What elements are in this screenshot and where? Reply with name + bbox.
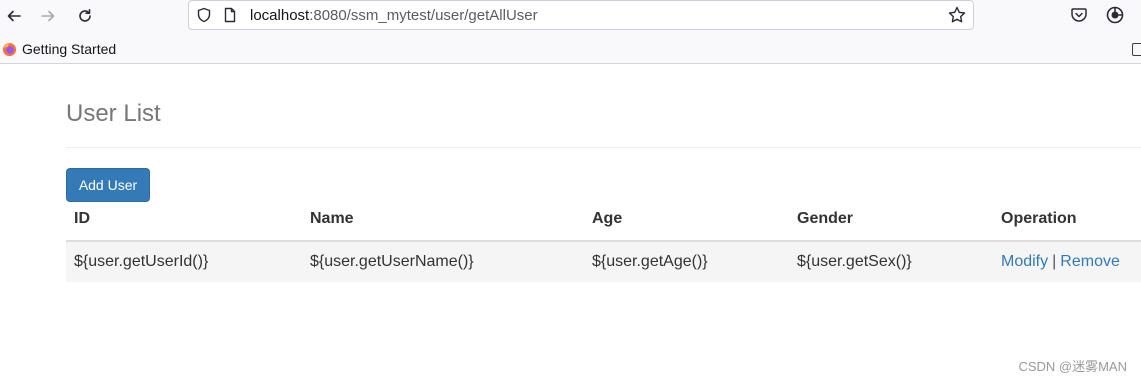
cell-age: ${user.getAge()} — [592, 253, 708, 270]
page-icon[interactable] — [222, 7, 238, 23]
remove-link[interactable]: Remove — [1060, 253, 1120, 270]
back-icon[interactable] — [2, 4, 26, 28]
page-title: User List — [66, 100, 161, 127]
table-header-row: ID Name Age Gender Operation — [66, 202, 1141, 242]
url-text[interactable]: localhost:8080/ssm_mytest/user/getAllUse… — [250, 7, 538, 24]
pocket-icon[interactable] — [1070, 6, 1088, 24]
add-user-button[interactable]: Add User — [66, 168, 150, 202]
cell-name: ${user.getUserName()} — [310, 253, 474, 270]
cell-operation: Modify | Remove — [1001, 253, 1120, 271]
reload-icon[interactable] — [73, 4, 97, 28]
watermark: CSDN @迷雾MAN — [1018, 359, 1127, 374]
shield-icon[interactable] — [196, 7, 212, 23]
cell-gender: ${user.getSex()} — [797, 253, 912, 270]
column-header-gender: Gender — [797, 210, 854, 227]
modify-link[interactable]: Modify — [1001, 253, 1048, 270]
column-header-age: Age — [592, 210, 623, 227]
url-path: :8080/ssm_mytest/user/getAllUser — [309, 7, 538, 24]
column-header-name: Name — [310, 210, 354, 227]
extension-icon[interactable] — [1106, 6, 1124, 24]
forward-icon[interactable] — [36, 4, 60, 28]
star-icon[interactable] — [947, 5, 967, 25]
bookmark-label: Getting Started — [22, 41, 117, 57]
column-header-id: ID — [74, 210, 90, 227]
firefox-icon — [2, 42, 17, 57]
page-content: User List Add User ID Name Age Gender Op… — [0, 64, 1141, 384]
browser-toolbar: localhost:8080/ssm_mytest/user/getAllUse… — [0, 0, 1141, 33]
bookmark-getting-started[interactable]: Getting Started — [2, 41, 116, 57]
column-header-operation: Operation — [1001, 210, 1077, 227]
bookmarks-bar: Getting Started — [0, 33, 1141, 64]
table-row: ${user.getUserId()} ${user.getUserName()… — [66, 242, 1141, 282]
operation-separator: | — [1052, 253, 1057, 270]
header-divider — [66, 147, 1141, 148]
user-table: ID Name Age Gender Operation ${user.getU… — [66, 202, 1141, 282]
url-bar[interactable]: localhost:8080/ssm_mytest/user/getAllUse… — [188, 0, 974, 30]
bookmark-overflow-icon[interactable] — [1132, 43, 1141, 56]
url-host: localhost — [250, 7, 310, 24]
cell-id: ${user.getUserId()} — [74, 253, 209, 270]
